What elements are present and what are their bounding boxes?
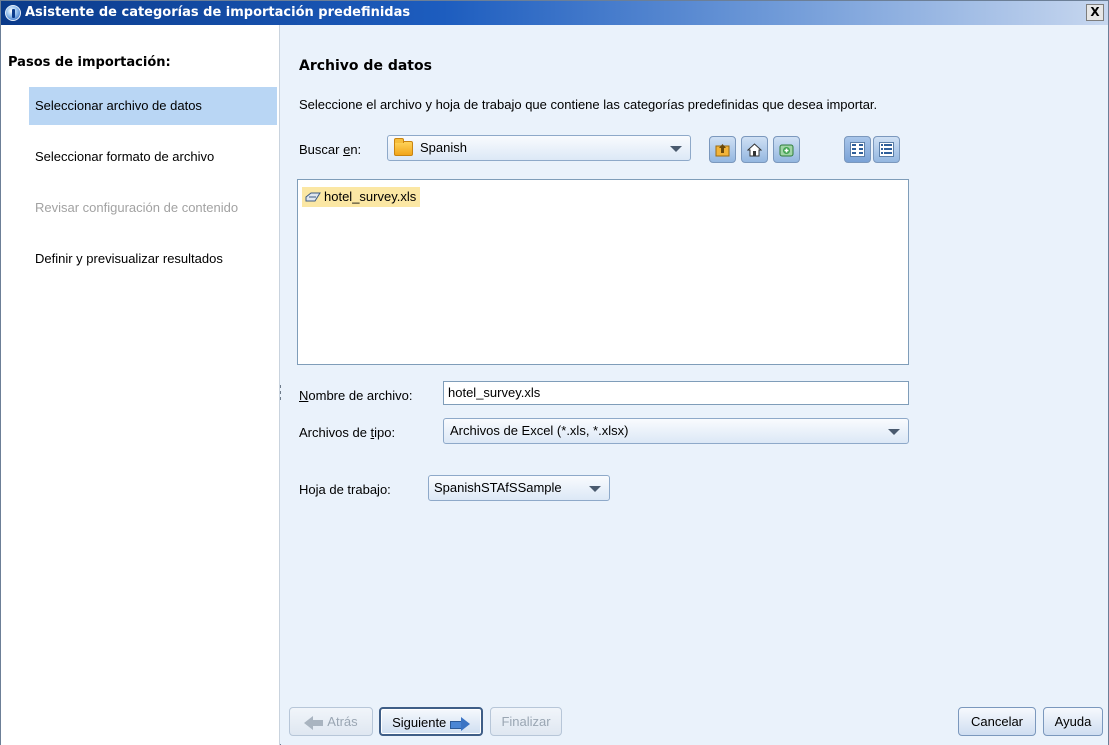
arrow-left-icon xyxy=(304,715,324,730)
arrow-right-icon xyxy=(449,716,470,731)
look-in-label: Buscar en: xyxy=(299,142,362,157)
up-folder-icon xyxy=(715,144,730,157)
worksheet-combobox[interactable]: SpanishSTAfSSample xyxy=(428,475,610,501)
new-folder-button[interactable] xyxy=(773,136,800,163)
next-button[interactable]: Siguiente xyxy=(379,707,483,736)
cancel-button[interactable]: Cancelar xyxy=(958,707,1036,736)
list-view-button[interactable] xyxy=(844,136,871,163)
app-icon xyxy=(5,5,21,21)
excel-file-icon xyxy=(305,192,321,202)
home-button[interactable] xyxy=(741,136,768,163)
section-title: Archivo de datos xyxy=(299,58,432,74)
help-button[interactable]: Ayuda xyxy=(1043,707,1103,736)
title-bar: Asistente de categorías de importación p… xyxy=(1,1,1108,25)
chevron-down-icon xyxy=(888,429,900,435)
finish-button[interactable]: Finalizar xyxy=(490,707,562,736)
home-icon xyxy=(747,143,762,157)
steps-heading: Pasos de importación: xyxy=(8,55,171,70)
main-panel: Archivo de datos Seleccione el archivo y… xyxy=(281,25,1108,745)
look-in-combobox[interactable]: Spanish xyxy=(387,135,691,161)
up-folder-button[interactable] xyxy=(709,136,736,163)
step-select-data-file[interactable]: Seleccionar archivo de datos xyxy=(29,87,277,125)
import-wizard-dialog: Asistente de categorías de importación p… xyxy=(0,0,1109,745)
new-folder-icon xyxy=(779,144,794,157)
chevron-down-icon xyxy=(670,146,682,152)
instruction-text: Seleccione el archivo y hoja de trabajo … xyxy=(299,97,878,112)
file-type-combobox[interactable]: Archivos de Excel (*.xls, *.xlsx) xyxy=(443,418,909,444)
window-title: Asistente de categorías de importación p… xyxy=(25,5,411,20)
details-view-button[interactable] xyxy=(873,136,900,163)
list-view-icon xyxy=(850,142,865,157)
close-button[interactable]: X xyxy=(1086,4,1104,21)
steps-sidebar: Pasos de importación: Seleccionar archiv… xyxy=(1,25,280,745)
file-list-item[interactable]: hotel_survey.xls xyxy=(302,187,421,207)
details-view-icon xyxy=(879,142,894,157)
back-button[interactable]: Atrás xyxy=(289,707,373,736)
file-list[interactable]: hotel_survey.xls xyxy=(297,179,909,365)
file-name: hotel_survey.xls xyxy=(324,189,417,204)
step-define-preview-results[interactable]: Definir y previsualizar resultados xyxy=(29,240,277,278)
chevron-down-icon xyxy=(589,486,601,492)
look-in-value: Spanish xyxy=(420,140,467,155)
file-name-label: Nombre de archivo: xyxy=(299,388,413,403)
file-type-label: Archivos de tipo: xyxy=(299,425,396,440)
file-name-input[interactable]: hotel_survey.xls xyxy=(443,381,909,405)
folder-icon xyxy=(394,138,413,156)
worksheet-label: Hoja de trabajo: xyxy=(299,482,391,497)
step-select-file-format[interactable]: Seleccionar formato de archivo xyxy=(29,138,277,176)
step-review-content-settings: Revisar configuración de contenido xyxy=(35,200,239,215)
